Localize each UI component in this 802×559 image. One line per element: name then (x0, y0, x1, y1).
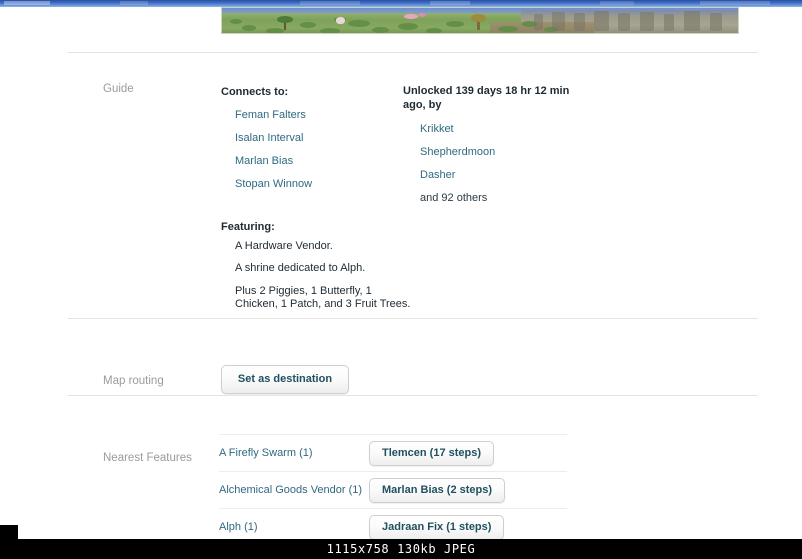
unlocked-others-count: and 92 others (420, 191, 488, 204)
feature-name-link[interactable]: A Firefly Swarm (1) (219, 447, 369, 459)
featuring-column: Featuring: A Hardware Vendor. A shrine d… (221, 220, 411, 311)
unlocked-heading: Unlocked 139 days 18 hr 12 min ago, by (403, 85, 570, 112)
feature-destination-button[interactable]: Marlan Bias (2 steps) (369, 477, 506, 503)
connected-place-link[interactable]: Isalan Interval (235, 132, 303, 144)
feature-destination-button[interactable]: Jadraan Fix (1 steps) (369, 514, 505, 540)
connects-to-list: Feman Falters Isalan Interval Marlan Bia… (235, 105, 391, 192)
divider-map-routing (68, 318, 758, 319)
list-item: Krikket (420, 119, 578, 137)
unlocker-user-link[interactable]: Krikket (420, 123, 454, 135)
feature-name-link[interactable]: Alchemical Goods Vendor (1) (219, 484, 369, 496)
map-routing-section-label: Map routing (103, 375, 164, 387)
set-as-destination-button[interactable]: Set as destination (221, 365, 349, 394)
list-item: Marlan Bias (235, 151, 391, 169)
divider-nearest-features (68, 395, 758, 396)
guide-section-label: Guide (103, 83, 134, 95)
location-banner-image (221, 7, 739, 34)
list-item: Shepherdmoon (420, 142, 578, 160)
unlocked-by-column: Unlocked 139 days 18 hr 12 min ago, by K… (403, 84, 578, 211)
list-item: Isalan Interval (235, 128, 391, 146)
divider-top (68, 52, 758, 53)
connects-to-column: Connects to: Feman Falters Isalan Interv… (221, 85, 391, 197)
connects-to-heading: Connects to: (221, 86, 289, 98)
featuring-item: A shrine dedicated to Alph. (235, 262, 366, 275)
table-row: A Firefly Swarm (1) Tlemcen (17 steps) (219, 434, 567, 472)
list-item: Feman Falters (235, 105, 391, 123)
featuring-heading: Featuring: (221, 221, 275, 233)
image-status-bar: 1115x758 130kb JPEG (0, 539, 802, 559)
unlocked-by-list: Krikket Shepherdmoon Dasher and 92 other… (420, 119, 578, 206)
featuring-item: A Hardware Vendor. (235, 240, 333, 253)
connected-place-link[interactable]: Stopan Winnow (235, 178, 312, 190)
image-viewer-window: Guide Connects to: Feman Falters Isalan … (0, 0, 802, 559)
nearest-features-section-label: Nearest Features (103, 452, 192, 464)
list-item: Dasher (420, 165, 578, 183)
unlocker-user-link[interactable]: Shepherdmoon (420, 146, 495, 158)
connected-place-link[interactable]: Feman Falters (235, 109, 306, 121)
featuring-item: Plus 2 Piggies, 1 Butterfly, 1 Chicken, … (235, 284, 411, 310)
list-item: and 92 others (420, 188, 578, 206)
unlocker-user-link[interactable]: Dasher (420, 169, 455, 181)
page-sheet: Guide Connects to: Feman Falters Isalan … (8, 7, 794, 559)
image-info-text: 1115x758 130kb JPEG (326, 542, 476, 556)
list-item: Stopan Winnow (235, 174, 391, 192)
window-title-bar (0, 0, 802, 7)
connected-place-link[interactable]: Marlan Bias (235, 155, 293, 167)
table-row: Alchemical Goods Vendor (1) Marlan Bias … (219, 472, 567, 509)
featuring-list: A Hardware Vendor. A shrine dedicated to… (235, 240, 411, 311)
feature-destination-button[interactable]: Tlemcen (17 steps) (369, 440, 495, 466)
feature-name-link[interactable]: Alph (1) (219, 521, 369, 533)
